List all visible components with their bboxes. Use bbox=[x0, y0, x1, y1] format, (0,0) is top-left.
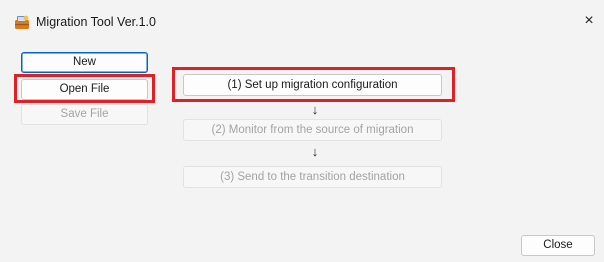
window-title: Migration Tool Ver.1.0 bbox=[36, 15, 156, 29]
save-file-button[interactable]: Save File bbox=[21, 104, 148, 125]
open-file-button[interactable]: Open File bbox=[21, 79, 148, 100]
new-button[interactable]: New bbox=[21, 52, 148, 73]
step1-button[interactable]: (1) Set up migration configuration bbox=[183, 74, 442, 96]
app-tool-icon bbox=[14, 14, 30, 30]
close-button[interactable]: Close bbox=[521, 235, 595, 256]
title-bar: Migration Tool Ver.1.0 × bbox=[0, 0, 604, 40]
close-window-icon[interactable]: × bbox=[580, 12, 598, 30]
migration-tool-window: Migration Tool Ver.1.0 × New Open File S… bbox=[0, 0, 604, 262]
down-arrow-icon: ↓ bbox=[311, 144, 319, 159]
down-arrow-icon: ↓ bbox=[311, 102, 319, 117]
step2-button[interactable]: (2) Monitor from the source of migration bbox=[183, 119, 442, 141]
step3-button[interactable]: (3) Send to the transition destination bbox=[183, 166, 442, 188]
